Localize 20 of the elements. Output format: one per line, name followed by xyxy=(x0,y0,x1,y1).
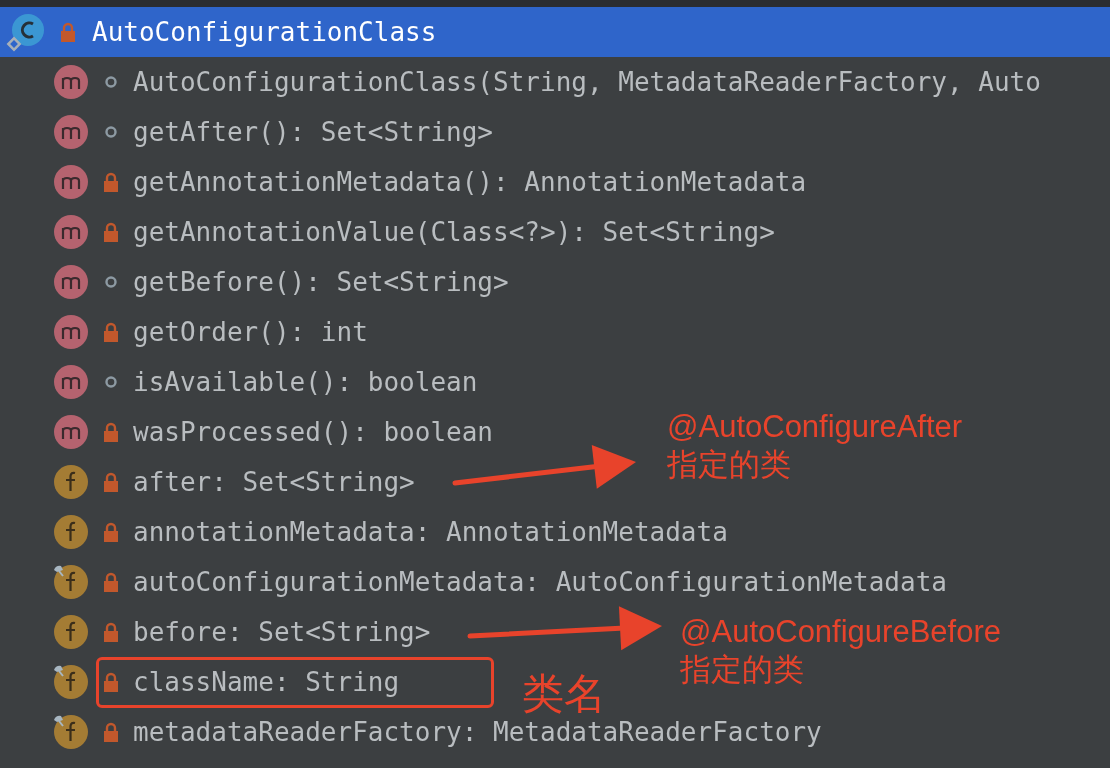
member-signature: annotationMetadata: AnnotationMetadata xyxy=(133,515,728,549)
annotation-label: @AutoConfigureAfter xyxy=(667,408,963,446)
member-signature: getBefore(): Set<String> xyxy=(133,265,509,299)
member-signature: autoConfigurationMetadata: AutoConfigurationMetadata xyxy=(133,565,947,599)
member-signature: AutoConfigurationClass(String, MetadataReaderFactory, Auto xyxy=(133,65,1041,99)
member-signature: before: Set<String> xyxy=(133,615,431,649)
annotation-label: @AutoConfigureBefore xyxy=(680,613,1001,651)
class-header[interactable]: AutoConfigurationClass xyxy=(0,7,1110,57)
member-signature: wasProcessed(): boolean xyxy=(133,415,494,449)
class-name: AutoConfigurationClass xyxy=(92,15,437,49)
class-icon xyxy=(6,12,46,52)
annotation-label: 指定的类 xyxy=(680,651,805,689)
member-signature: getAfter(): Set<String> xyxy=(133,115,494,149)
member-signature: after: Set<String> xyxy=(133,465,415,499)
member-signature: getAnnotationMetadata(): AnnotationMetadata xyxy=(133,165,807,199)
member-signature: isAvailable(): boolean xyxy=(133,365,478,399)
member-signature: className: String xyxy=(133,665,400,699)
annotation-label: 指定的类 xyxy=(667,446,792,484)
member-signature: getAnnotationValue(Class<?>): Set<String> xyxy=(133,215,775,249)
member-signature: getOrder(): int xyxy=(133,315,368,349)
